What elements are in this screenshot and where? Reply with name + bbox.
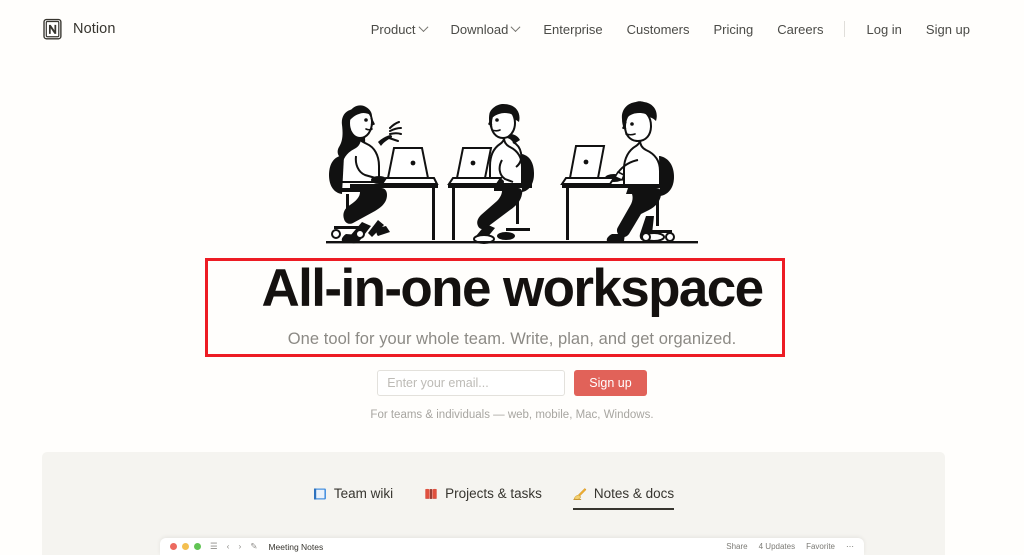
brand-logo-link[interactable]: Notion: [42, 18, 116, 41]
nav-item-label: Careers: [777, 21, 824, 37]
nav-item-download[interactable]: Download: [439, 16, 532, 43]
three-people-at-laptops-illustration: [316, 84, 708, 246]
feature-tab-label: Team wiki: [333, 486, 394, 501]
nav-item-careers[interactable]: Careers: [765, 16, 835, 43]
blue-book-icon: [313, 487, 327, 501]
email-signup-form: Sign up: [377, 370, 647, 397]
nav-item-pricing[interactable]: Pricing: [701, 16, 765, 43]
mockup-page-title: Meeting Notes: [268, 541, 324, 552]
feature-tab-projects-tasks[interactable]: Projects & tasks: [424, 486, 542, 510]
signup-submit-button[interactable]: Sign up: [574, 370, 647, 397]
feature-tab-notes-docs[interactable]: Notes & docs: [572, 486, 675, 510]
nav-item-label: Pricing: [713, 21, 754, 37]
mockup-actions: Share 4 Updates Favorite ⋯: [726, 542, 854, 551]
page-title: All-in-one workspace: [261, 259, 764, 318]
mockup-updates-button[interactable]: 4 Updates: [759, 542, 795, 551]
hero-subtitle: One tool for your whole team. Write, pla…: [287, 330, 737, 349]
writing-hand-icon: [573, 487, 587, 501]
sidebar-toggle-icon[interactable]: ☰: [210, 542, 218, 551]
feature-tab-list: Team wiki Projects & tasks Notes & docs: [42, 486, 945, 510]
feature-tab-team-wiki[interactable]: Team wiki: [313, 486, 393, 510]
nav-item-enterprise[interactable]: Enterprise: [531, 16, 614, 43]
brand-name-label: Notion: [73, 21, 116, 37]
nav-item-label: Customers: [626, 21, 690, 37]
login-label: Log in: [866, 21, 902, 37]
top-navbar: Notion Product Download Enterprise Custo…: [0, 0, 1024, 58]
chevron-down-icon: [510, 21, 521, 32]
writing-hand-icon: ✎: [250, 541, 258, 552]
signup-label: Sign up: [925, 21, 970, 37]
mockup-titlebar: ☰ ‹ › ✎ Meeting Notes Share 4 Updates Fa…: [160, 538, 864, 555]
maximize-window-icon[interactable]: [194, 543, 201, 550]
nav-item-label: Product: [370, 21, 416, 37]
platform-footnote: For teams & individuals — web, mobile, M…: [370, 409, 654, 422]
close-window-icon[interactable]: [170, 543, 177, 550]
nav-item-customers[interactable]: Customers: [615, 16, 702, 43]
nav-item-label: Download: [450, 21, 509, 37]
email-field[interactable]: [377, 370, 566, 397]
mockup-share-button[interactable]: Share: [726, 542, 747, 551]
notion-logo-icon: [42, 18, 64, 41]
nav-item-product[interactable]: Product: [359, 16, 439, 43]
mockup-favorite-button[interactable]: Favorite: [806, 542, 835, 551]
login-link[interactable]: Log in: [854, 16, 913, 43]
red-notebook-icon: [424, 487, 438, 501]
feature-tab-label: Notes & docs: [593, 486, 675, 501]
forward-arrow-icon[interactable]: ›: [238, 542, 241, 551]
mockup-more-options-icon[interactable]: ⋯: [846, 542, 854, 551]
nav-item-label: Enterprise: [543, 21, 603, 37]
hero-section: All-in-one workspace One tool for your w…: [0, 58, 1024, 452]
nav-links: Product Download Enterprise Customers Pr…: [359, 16, 982, 43]
chevron-down-icon: [418, 21, 428, 32]
minimize-window-icon[interactable]: [182, 543, 189, 550]
app-window-mockup: ☰ ‹ › ✎ Meeting Notes Share 4 Updates Fa…: [160, 538, 864, 555]
signup-link[interactable]: Sign up: [914, 16, 982, 43]
back-arrow-icon[interactable]: ‹: [227, 542, 230, 551]
nav-divider: [844, 21, 846, 37]
feature-tab-label: Projects & tasks: [445, 486, 542, 501]
